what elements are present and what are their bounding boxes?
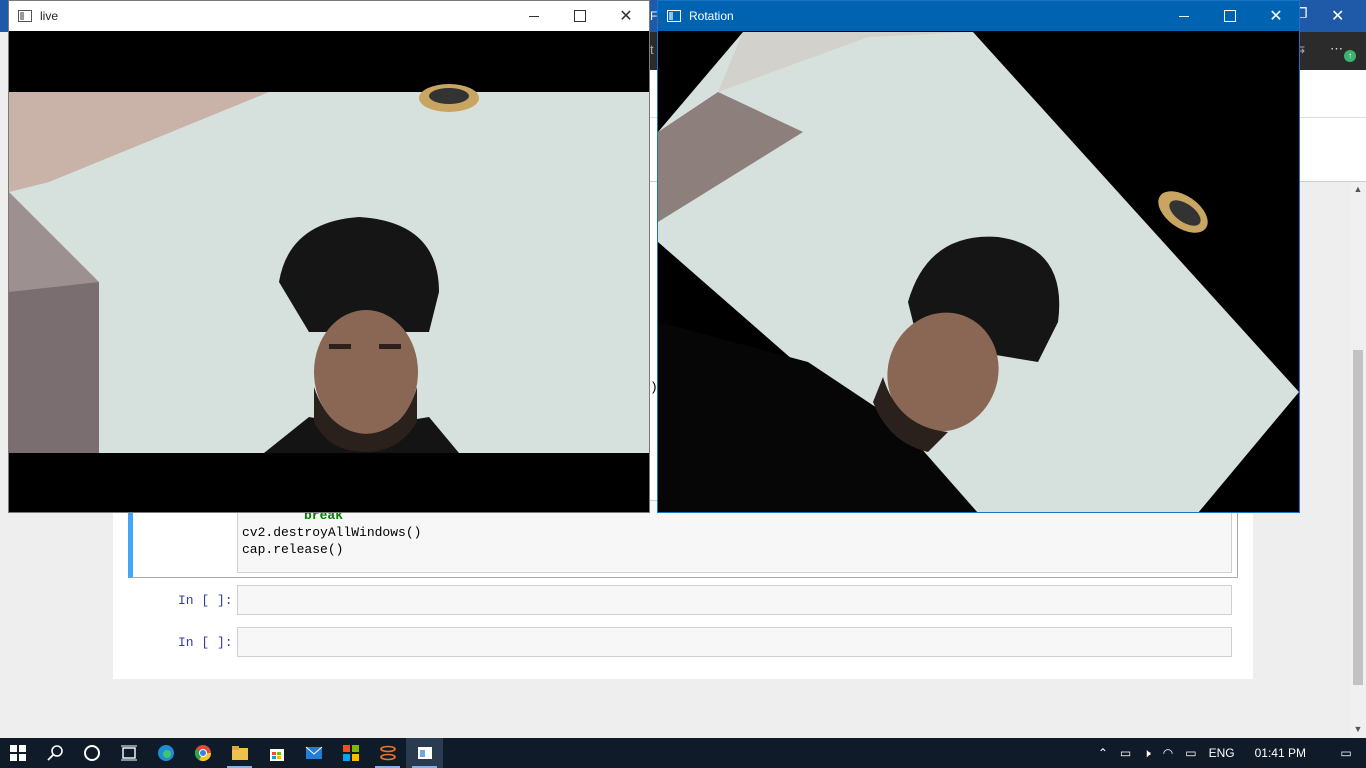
empty-code-cell[interactable] xyxy=(237,627,1232,657)
rotation-window[interactable]: Rotation ✕ xyxy=(657,0,1300,513)
close-button[interactable]: ✕ xyxy=(1253,1,1299,31)
chrome-icon[interactable] xyxy=(184,738,221,768)
device-icon[interactable]: ▭ xyxy=(1114,738,1137,768)
live-window[interactable]: live ✕ xyxy=(8,0,650,513)
maximize-button[interactable] xyxy=(557,1,603,31)
python-window-icon[interactable] xyxy=(406,738,443,768)
window-app-icon xyxy=(667,10,681,22)
taskbar: ⌃ ▭ 🕨 ◠ ▭ ENG 01:41 PM ▭ xyxy=(0,738,1366,768)
search-icon[interactable] xyxy=(36,738,73,768)
webcam-frame-image xyxy=(9,84,649,453)
wifi-icon[interactable]: ◠ xyxy=(1157,738,1179,768)
browser-strip-fragment: t xyxy=(650,42,654,57)
window-title: Rotation xyxy=(689,9,734,23)
clock[interactable]: 01:41 PM xyxy=(1241,738,1326,768)
scroll-down-icon[interactable]: ▼ xyxy=(1350,724,1366,734)
close-button[interactable]: ✕ xyxy=(603,1,649,31)
minimize-button[interactable] xyxy=(1161,1,1207,31)
chevron-up-icon[interactable]: ⌃ xyxy=(1092,738,1114,768)
window-title: live xyxy=(40,9,59,23)
rotation-video-frame xyxy=(658,32,1299,512)
scroll-thumb[interactable] xyxy=(1353,350,1363,685)
task-view-icon[interactable] xyxy=(110,738,147,768)
rotation-titlebar[interactable]: Rotation ✕ xyxy=(658,1,1299,31)
mail-icon[interactable] xyxy=(295,738,332,768)
empty-code-cell[interactable] xyxy=(237,585,1232,615)
store-icon[interactable] xyxy=(258,738,295,768)
language-indicator[interactable]: ENG xyxy=(1203,738,1241,768)
start-icon[interactable] xyxy=(0,738,36,768)
system-tray: ⌃ ▭ 🕨 ◠ ▭ ENG 01:41 PM ▭ xyxy=(1092,738,1366,768)
maximize-button[interactable] xyxy=(1207,1,1253,31)
scroll-up-icon[interactable]: ▲ xyxy=(1350,184,1366,194)
code-line-destroy: cv2.destroyAllWindows() xyxy=(242,525,422,540)
notification-icon[interactable]: ▭ xyxy=(1326,738,1366,768)
minimize-button[interactable] xyxy=(511,1,557,31)
browser-menu-icon[interactable]: ⋯ xyxy=(1330,41,1343,57)
volume-muted-icon[interactable]: 🕨 xyxy=(1137,738,1157,768)
code-line-release: cap.release() xyxy=(242,542,344,557)
live-video-frame xyxy=(9,32,649,512)
rotated-frame-image xyxy=(658,32,1299,512)
jupyter-icon[interactable] xyxy=(369,738,406,768)
browser-profile-badge[interactable]: ↑ xyxy=(1344,50,1356,62)
browser-close-icon[interactable]: ✕ xyxy=(1331,6,1344,26)
window-app-icon xyxy=(18,10,32,22)
file-explorer-icon[interactable] xyxy=(221,738,258,768)
cell-prompt: In [ ]: xyxy=(178,593,233,608)
cell-prompt: In [ ]: xyxy=(178,635,233,650)
live-titlebar[interactable]: live ✕ xyxy=(9,1,649,31)
cortana-icon[interactable] xyxy=(73,738,110,768)
battery-icon[interactable]: ▭ xyxy=(1179,738,1202,768)
office-icon[interactable] xyxy=(332,738,369,768)
edge-icon[interactable] xyxy=(147,738,184,768)
